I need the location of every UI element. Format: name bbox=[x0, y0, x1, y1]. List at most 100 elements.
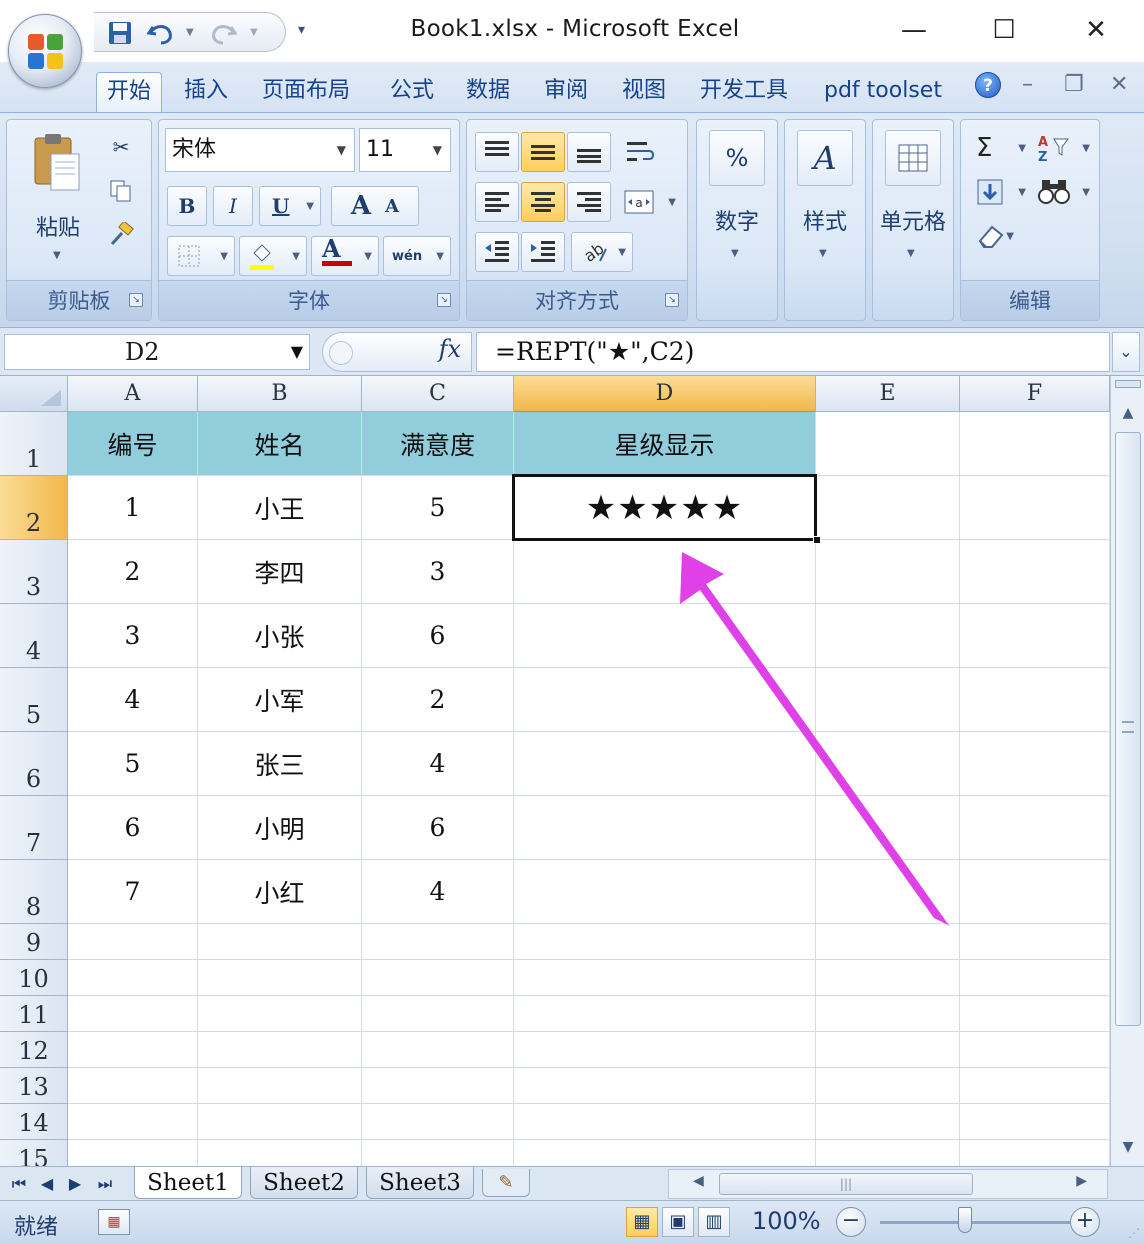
tab-insert[interactable]: 插入 bbox=[174, 72, 238, 114]
cell-f12[interactable] bbox=[960, 1032, 1110, 1068]
font-name-dropdown-icon[interactable]: ▼ bbox=[337, 129, 346, 171]
cell-d4[interactable] bbox=[514, 604, 816, 668]
cell-e11[interactable] bbox=[816, 996, 960, 1032]
merge-dropdown-icon[interactable]: ▼ bbox=[668, 197, 676, 208]
doc-close-button[interactable]: ✕ bbox=[1110, 72, 1128, 97]
align-center-icon[interactable] bbox=[521, 182, 565, 222]
cell-a9[interactable] bbox=[68, 924, 198, 960]
horizontal-scrollbar[interactable]: ◀ ||| ▶ bbox=[668, 1169, 1108, 1199]
cell-f3[interactable] bbox=[960, 540, 1110, 604]
cell-e6[interactable] bbox=[816, 732, 960, 796]
decrease-indent-icon[interactable] bbox=[475, 232, 519, 272]
cell-f5[interactable] bbox=[960, 668, 1110, 732]
cell-d6[interactable] bbox=[514, 732, 816, 796]
tab-formulas[interactable]: 公式 bbox=[380, 72, 444, 114]
cell-e14[interactable] bbox=[816, 1104, 960, 1140]
shrink-font-button[interactable]: A bbox=[385, 196, 399, 217]
cell-c3[interactable]: 3 bbox=[362, 540, 514, 604]
cell-a6[interactable]: 5 bbox=[68, 732, 198, 796]
cell-a10[interactable] bbox=[68, 960, 198, 996]
zoom-slider-thumb[interactable] bbox=[958, 1207, 972, 1233]
cell-a3[interactable]: 2 bbox=[68, 540, 198, 604]
maximize-button[interactable]: ☐ bbox=[982, 12, 1026, 48]
clear-dropdown-icon[interactable]: ▼ bbox=[1006, 231, 1014, 242]
autosum-dropdown-icon[interactable]: ▼ bbox=[1018, 143, 1026, 154]
bold-button[interactable]: B bbox=[167, 186, 207, 226]
horizontal-scroll-thumb[interactable]: ||| bbox=[719, 1173, 973, 1195]
resize-grip-icon[interactable]: ⋰ bbox=[1128, 1226, 1140, 1240]
cell-b7[interactable]: 小明 bbox=[198, 796, 362, 860]
cell-f11[interactable] bbox=[960, 996, 1110, 1032]
scroll-left-icon[interactable]: ◀ bbox=[693, 1173, 704, 1189]
column-header-a[interactable]: A bbox=[68, 376, 198, 412]
cell-b8[interactable]: 小红 bbox=[198, 860, 362, 924]
fill-dropdown-icon[interactable]: ▼ bbox=[1018, 187, 1026, 198]
name-box-dropdown-icon[interactable]: ▼ bbox=[291, 335, 303, 369]
cell-e13[interactable] bbox=[816, 1068, 960, 1104]
close-button[interactable]: ✕ bbox=[1074, 12, 1118, 48]
cell-e8[interactable] bbox=[816, 860, 960, 924]
phonetic-dropdown-icon[interactable]: ▼ bbox=[436, 251, 444, 262]
cell-a11[interactable] bbox=[68, 996, 198, 1032]
vertical-scroll-thumb[interactable] bbox=[1115, 432, 1141, 1026]
find-select-dropdown-icon[interactable]: ▼ bbox=[1082, 187, 1090, 198]
tab-page-layout[interactable]: 页面布局 bbox=[252, 72, 360, 114]
cell-d8[interactable] bbox=[514, 860, 816, 924]
formula-bar-resize-handle[interactable] bbox=[329, 341, 353, 365]
sheet-tab-sheet3[interactable]: Sheet3 bbox=[366, 1167, 474, 1199]
copy-icon[interactable] bbox=[105, 174, 137, 208]
cell-b9[interactable] bbox=[198, 924, 362, 960]
cell-d15[interactable] bbox=[514, 1140, 816, 1166]
zoom-level[interactable]: 100% bbox=[752, 1207, 821, 1235]
cell-b3[interactable]: 李四 bbox=[198, 540, 362, 604]
find-select-button[interactable]: ▼ bbox=[1033, 172, 1093, 212]
formula-input[interactable]: =REPT("★",C2) bbox=[476, 332, 1110, 372]
cell-c15[interactable] bbox=[362, 1140, 514, 1166]
increase-indent-icon[interactable] bbox=[521, 232, 565, 272]
last-sheet-icon[interactable]: ⏭ bbox=[92, 1171, 118, 1197]
row-header-7[interactable]: 7 bbox=[0, 796, 68, 860]
name-box[interactable]: D2 ▼ bbox=[4, 334, 310, 370]
autosum-button[interactable]: Σ ▼ bbox=[969, 128, 1029, 168]
column-header-b[interactable]: B bbox=[198, 376, 362, 412]
cell-b13[interactable] bbox=[198, 1068, 362, 1104]
insert-function-button[interactable]: fx bbox=[439, 335, 461, 363]
column-header-f[interactable]: F bbox=[960, 376, 1110, 412]
cell-a2[interactable]: 1 bbox=[68, 476, 198, 540]
cell-b11[interactable] bbox=[198, 996, 362, 1032]
fill-color-dropdown-icon[interactable]: ▼ bbox=[292, 251, 300, 262]
tab-review[interactable]: 审阅 bbox=[534, 72, 598, 114]
zoom-slider-track[interactable] bbox=[880, 1221, 1070, 1224]
cell-d10[interactable] bbox=[514, 960, 816, 996]
cell-a12[interactable] bbox=[68, 1032, 198, 1068]
font-size-combo[interactable]: 11 ▼ bbox=[359, 128, 451, 172]
expand-formula-bar-icon[interactable]: ⌄ bbox=[1112, 332, 1140, 372]
cell-f13[interactable] bbox=[960, 1068, 1110, 1104]
first-sheet-icon[interactable]: ⏮ bbox=[6, 1171, 32, 1197]
cell-e12[interactable] bbox=[816, 1032, 960, 1068]
cell-d2[interactable]: ★★★★★ bbox=[514, 476, 816, 540]
cell-e9[interactable] bbox=[816, 924, 960, 960]
cell-b12[interactable] bbox=[198, 1032, 362, 1068]
cell-c8[interactable]: 4 bbox=[362, 860, 514, 924]
cell-c14[interactable] bbox=[362, 1104, 514, 1140]
row-header-3[interactable]: 3 bbox=[0, 540, 68, 604]
orientation-button[interactable]: ab ▼ bbox=[571, 232, 633, 272]
column-header-e[interactable]: E bbox=[816, 376, 960, 412]
scroll-right-icon[interactable]: ▶ bbox=[1076, 1173, 1087, 1189]
cell-c10[interactable] bbox=[362, 960, 514, 996]
cell-e1[interactable] bbox=[816, 412, 960, 476]
sheet-tab-sheet2[interactable]: Sheet2 bbox=[250, 1167, 358, 1199]
cell-f9[interactable] bbox=[960, 924, 1110, 960]
minimize-button[interactable]: — bbox=[892, 12, 936, 48]
cell-f2[interactable] bbox=[960, 476, 1110, 540]
row-header-6[interactable]: 6 bbox=[0, 732, 68, 796]
row-header-5[interactable]: 5 bbox=[0, 668, 68, 732]
row-header-4[interactable]: 4 bbox=[0, 604, 68, 668]
column-header-d[interactable]: D bbox=[514, 376, 816, 412]
row-header-15[interactable]: 15 bbox=[0, 1140, 68, 1166]
cell-a7[interactable]: 6 bbox=[68, 796, 198, 860]
cell-f7[interactable] bbox=[960, 796, 1110, 860]
help-icon[interactable]: ? bbox=[975, 72, 1001, 98]
cell-f6[interactable] bbox=[960, 732, 1110, 796]
